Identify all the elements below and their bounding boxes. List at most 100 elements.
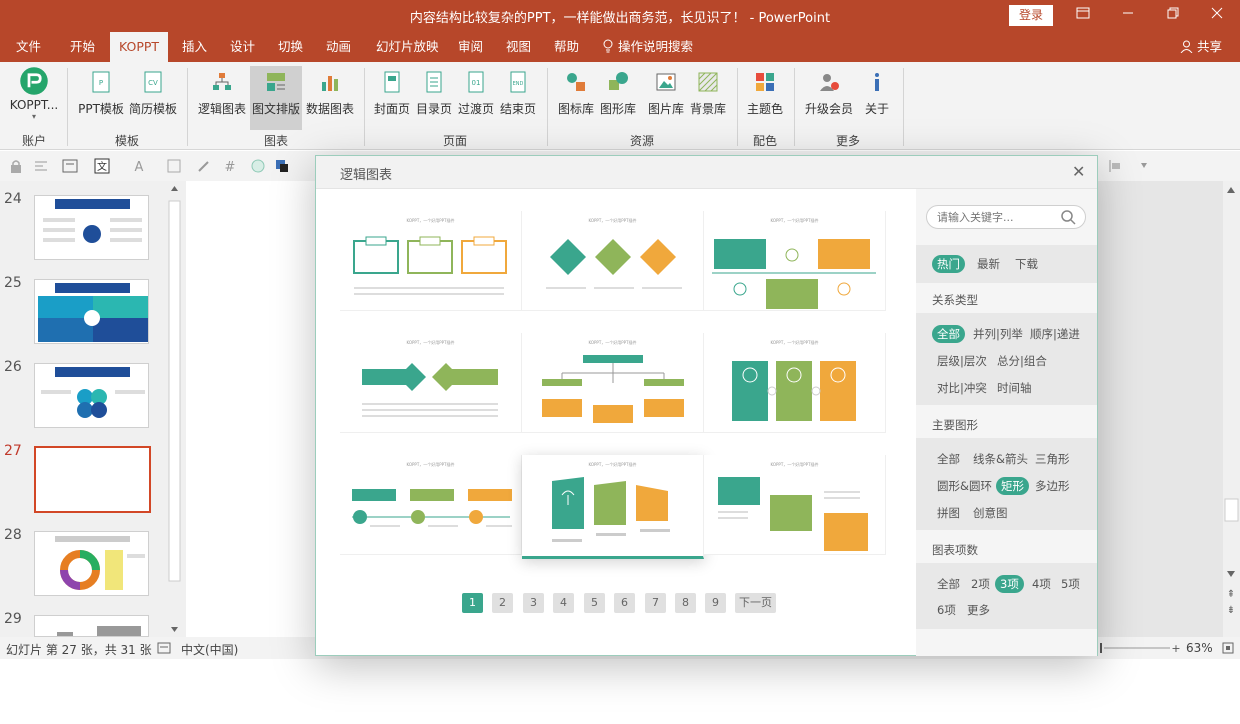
slide-thumbnail[interactable] bbox=[34, 363, 149, 428]
upgrade-member-button[interactable]: 升级会员 bbox=[802, 66, 856, 130]
page-button[interactable]: 6 bbox=[614, 593, 635, 613]
resume-template-button[interactable]: CV 简历模板 bbox=[128, 66, 178, 130]
logic-chart-button[interactable]: 逻辑图表 bbox=[196, 66, 248, 130]
count-tag[interactable]: 更多 bbox=[962, 601, 995, 619]
tab-review[interactable]: 审阅 bbox=[452, 32, 489, 62]
sort-latest[interactable]: 最新 bbox=[972, 255, 1005, 273]
font-color-icon[interactable]: A bbox=[131, 158, 147, 174]
grid-icon[interactable]: # bbox=[222, 158, 238, 174]
shape-tag[interactable]: 拼图 bbox=[932, 504, 965, 522]
close-icon[interactable]: ✕ bbox=[1072, 162, 1085, 181]
notes-icon[interactable] bbox=[157, 642, 171, 654]
tell-me-search[interactable]: 操作说明搜索 bbox=[596, 32, 699, 62]
relation-tag[interactable]: 时间轴 bbox=[992, 379, 1037, 397]
sort-download[interactable]: 下载 bbox=[1010, 255, 1043, 273]
slide-thumbnail-current[interactable] bbox=[34, 446, 151, 513]
shape-tag[interactable]: 全部 bbox=[932, 450, 965, 468]
tab-animations[interactable]: 动画 bbox=[320, 32, 357, 62]
shape-tag[interactable]: 三角形 bbox=[1030, 450, 1075, 468]
page-button[interactable]: 7 bbox=[645, 593, 666, 613]
text-direction-icon[interactable]: 文 bbox=[94, 158, 110, 174]
image-library-button[interactable]: 图片库 bbox=[646, 66, 686, 130]
koppt-account-button[interactable]: KOPPT... ▾ bbox=[6, 66, 62, 130]
tab-insert[interactable]: 插入 bbox=[176, 32, 213, 62]
zoom-slider[interactable]: + bbox=[1100, 643, 1180, 653]
template-card[interactable]: KOPPT，一个好用PPT插件 bbox=[340, 211, 522, 311]
count-tag[interactable]: 5项 bbox=[1056, 575, 1085, 593]
restore-icon[interactable] bbox=[1163, 6, 1183, 26]
shape-tag[interactable]: 圆形&圆环 bbox=[932, 477, 997, 495]
sort-hot[interactable]: 热门 bbox=[932, 255, 965, 273]
page-button[interactable]: 9 bbox=[705, 593, 726, 613]
lock-icon[interactable] bbox=[8, 158, 24, 174]
end-page-button[interactable]: END 结束页 bbox=[498, 66, 538, 130]
textbox-icon[interactable] bbox=[62, 158, 78, 174]
tab-slideshow[interactable]: 幻灯片放映 bbox=[370, 32, 445, 62]
align-icon[interactable] bbox=[33, 158, 49, 174]
page-button[interactable]: 2 bbox=[492, 593, 513, 613]
count-tag[interactable]: 2项 bbox=[966, 575, 995, 593]
circle-shape-icon[interactable] bbox=[250, 158, 266, 174]
ppt-template-button[interactable]: P PPT模板 bbox=[76, 66, 126, 130]
relation-tag[interactable]: 顺序|递进 bbox=[1025, 325, 1085, 343]
data-chart-button[interactable]: 数据图表 bbox=[304, 66, 356, 130]
zoom-level[interactable]: 63% bbox=[1186, 641, 1213, 655]
tab-view[interactable]: 视图 bbox=[500, 32, 537, 62]
ribbon-display-icon[interactable] bbox=[1073, 6, 1093, 26]
next-page-button[interactable]: 下一页 bbox=[735, 593, 776, 613]
slide-panel-scrollbar[interactable] bbox=[167, 181, 182, 637]
count-tag[interactable]: 全部 bbox=[932, 575, 965, 593]
slide-thumbnail[interactable] bbox=[34, 531, 149, 596]
count-tag-selected[interactable]: 3项 bbox=[995, 575, 1024, 593]
tab-koppt[interactable]: KOPPT bbox=[110, 32, 169, 62]
template-card[interactable]: KOPPT，一个好用PPT插件 bbox=[522, 211, 704, 311]
template-card[interactable]: KOPPT，一个好用PPT插件 bbox=[704, 211, 886, 311]
page-button[interactable]: 3 bbox=[523, 593, 544, 613]
count-tag[interactable]: 4项 bbox=[1027, 575, 1056, 593]
shape-tag[interactable]: 多边形 bbox=[1030, 477, 1075, 495]
count-tag[interactable]: 6项 bbox=[932, 601, 961, 619]
slide-thumbnail[interactable] bbox=[34, 195, 149, 260]
format-painter-icon[interactable] bbox=[166, 158, 182, 174]
tab-design[interactable]: 设计 bbox=[224, 32, 261, 62]
template-card[interactable]: KOPPT，一个好用PPT插件 bbox=[340, 333, 522, 433]
tab-help[interactable]: 帮助 bbox=[548, 32, 585, 62]
share-button[interactable]: 共享 bbox=[1180, 32, 1222, 62]
slide-thumbnail[interactable] bbox=[34, 279, 149, 344]
image-text-layout-button[interactable]: 图文排版 bbox=[250, 66, 302, 130]
toc-page-button[interactable]: 目录页 bbox=[414, 66, 454, 130]
theme-color-button[interactable]: 主题色 bbox=[744, 66, 786, 130]
tab-transitions[interactable]: 切换 bbox=[272, 32, 309, 62]
minimize-icon[interactable] bbox=[1118, 6, 1138, 26]
login-button[interactable]: 登录 bbox=[1009, 5, 1053, 26]
search-input[interactable] bbox=[937, 209, 1057, 225]
template-card[interactable]: KOPPT，一个好用PPT插件 bbox=[704, 455, 886, 555]
template-card[interactable]: KOPPT，一个好用PPT插件 bbox=[522, 333, 704, 433]
slide-thumbnail[interactable] bbox=[34, 615, 149, 637]
relation-tag[interactable]: 层级|层次 bbox=[932, 352, 992, 370]
icon-library-button[interactable]: 图标库 bbox=[556, 66, 596, 130]
template-card-hovered[interactable]: KOPPT，一个好用PPT插件 bbox=[522, 455, 704, 559]
fit-slide-icon[interactable] bbox=[1222, 642, 1234, 654]
relation-tag[interactable]: 对比|冲突 bbox=[932, 379, 992, 397]
shape-library-button[interactable]: 图形库 bbox=[598, 66, 638, 130]
pin-icon[interactable] bbox=[1136, 158, 1152, 174]
cover-page-button[interactable]: 封面页 bbox=[372, 66, 412, 130]
tab-file[interactable]: 文件 bbox=[10, 32, 47, 62]
canvas-scrollbar-icon[interactable]: ⇞⇟ bbox=[1097, 181, 1240, 637]
about-button[interactable]: 关于 bbox=[860, 66, 894, 130]
language-status[interactable]: 中文(中国) bbox=[181, 641, 238, 658]
relation-tag[interactable]: 并列|列举 bbox=[968, 325, 1028, 343]
search-icon[interactable] bbox=[1061, 210, 1076, 225]
transition-page-button[interactable]: 01 过渡页 bbox=[456, 66, 496, 130]
fill-color-icon[interactable] bbox=[274, 158, 290, 174]
shape-tag-selected[interactable]: 矩形 bbox=[996, 477, 1029, 495]
relation-tag[interactable]: 总分|组合 bbox=[992, 352, 1052, 370]
template-card[interactable]: KOPPT，一个好用PPT插件 bbox=[704, 333, 886, 433]
template-card[interactable]: KOPPT，一个好用PPT插件 bbox=[340, 455, 522, 555]
page-button[interactable]: 4 bbox=[553, 593, 574, 613]
eyedropper-icon[interactable] bbox=[196, 158, 212, 174]
close-window-icon[interactable] bbox=[1207, 6, 1227, 26]
page-button[interactable]: 8 bbox=[675, 593, 696, 613]
distribute-icon[interactable] bbox=[1107, 158, 1123, 174]
